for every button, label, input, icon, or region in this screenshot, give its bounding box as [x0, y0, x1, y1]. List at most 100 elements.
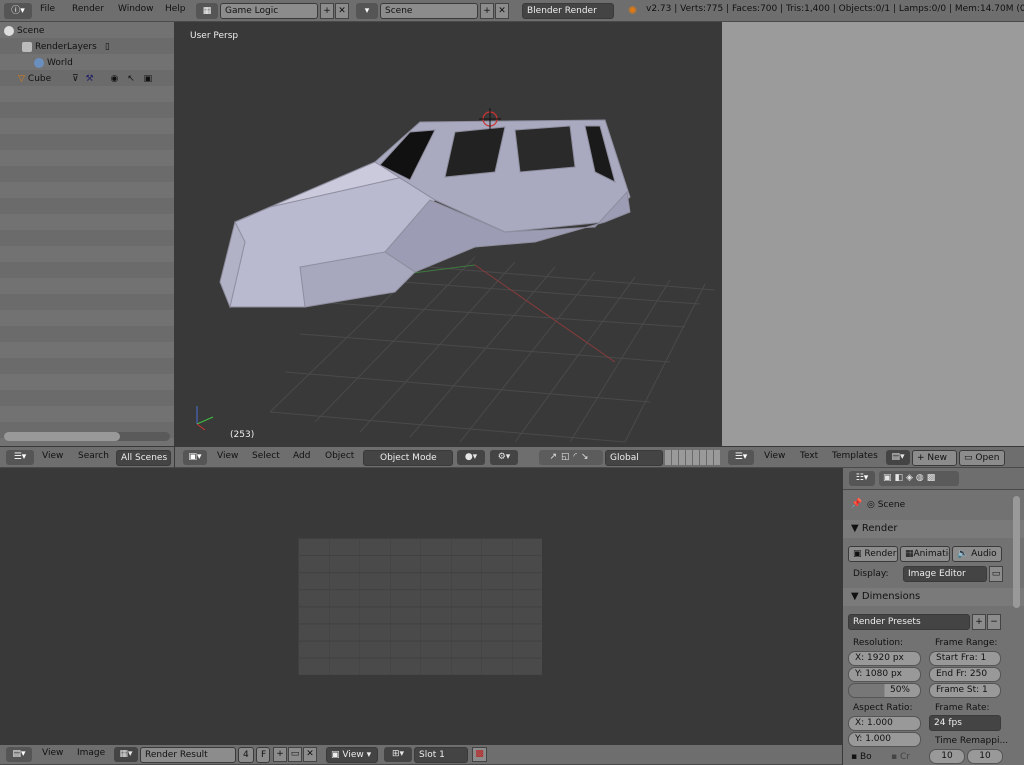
aspect-ratio-label: Aspect Ratio:	[853, 703, 913, 713]
frame-start-field[interactable]: Start Fra: 1	[929, 651, 1001, 666]
view-label: View	[342, 750, 364, 760]
layers-grid[interactable]	[665, 450, 720, 465]
browse-folder-icon[interactable]: ▭	[288, 747, 302, 762]
image-image-menu[interactable]: Image	[77, 748, 105, 758]
animation-button[interactable]: ▦Animatio	[900, 546, 950, 562]
scene-icon[interactable]: ▾	[356, 3, 378, 19]
image-view-select[interactable]: ▣ View ▾	[326, 747, 378, 763]
display-channels-icon[interactable]: ⊞▾	[384, 747, 412, 762]
frame-step-field[interactable]: Frame St: 1	[929, 683, 1001, 698]
frame-end-field[interactable]: End Fr: 250	[929, 667, 1001, 682]
all-scenes-select[interactable]: All Scenes	[116, 450, 171, 466]
viewport-add-menu[interactable]: Add	[293, 451, 310, 461]
editor-type-icon[interactable]: ☰▾	[6, 450, 34, 465]
manipulator-icons[interactable]: ↗◱◜↘	[539, 450, 603, 465]
text-view-menu[interactable]: View	[764, 451, 785, 461]
info-editor-icon[interactable]: ⓘ▾	[4, 3, 32, 19]
viewport-object-menu[interactable]: Object	[325, 451, 354, 461]
cursor-icon[interactable]: ↖	[127, 74, 135, 84]
layout-icon[interactable]: ▦	[196, 3, 218, 19]
editor-type-icon[interactable]: ☷▾	[849, 471, 875, 486]
context-tabs[interactable]: ▣◧◈◍▩	[879, 471, 959, 486]
scene-select[interactable]: Scene	[380, 3, 478, 19]
tree-item-cube[interactable]: ▽ Cube ⊽ ⚒ ◉ ↖ ▣	[18, 72, 152, 86]
resolution-x-field[interactable]: X: 1920 px	[848, 651, 921, 666]
viewport-view-menu[interactable]: View	[217, 451, 238, 461]
add-image-icon[interactable]: +	[273, 747, 287, 762]
border-checkbox[interactable]: ▪ Bo	[851, 752, 872, 762]
render-section-header[interactable]: ▼ Render	[843, 520, 1024, 538]
render-toggle-icon[interactable]: ▯	[105, 42, 110, 52]
slot-select[interactable]: Slot 1	[414, 747, 468, 763]
menu-render[interactable]: Render	[72, 4, 104, 14]
add-preset-icon[interactable]: +	[972, 614, 986, 630]
fake-user-button[interactable]: F	[256, 747, 270, 763]
aspect-y-field[interactable]: Y: 1.000	[848, 732, 921, 747]
viewport-select-menu[interactable]: Select	[252, 451, 280, 461]
menu-window[interactable]: Window	[118, 4, 154, 14]
display-select[interactable]: Image Editor	[903, 566, 987, 582]
editor-type-icon[interactable]: ▤▾	[6, 747, 32, 762]
image-editor[interactable]	[0, 468, 842, 745]
render-label: Render	[864, 549, 897, 559]
render-presets-select[interactable]: Render Presets	[848, 614, 970, 630]
text-text-menu[interactable]: Text	[800, 451, 818, 461]
3d-viewport[interactable]: User Persp (253)	[175, 22, 720, 446]
image-view-menu[interactable]: View	[42, 748, 63, 758]
time-remap-label: Time Remappi...	[935, 736, 1009, 746]
editor-type-icon[interactable]: ▣▾	[183, 450, 207, 465]
resolution-y-field[interactable]: Y: 1080 px	[848, 667, 921, 682]
orientation-select[interactable]: Global	[605, 450, 663, 466]
blender-logo-icon: ✺	[628, 4, 638, 17]
aspect-x-field[interactable]: X: 1.000	[848, 716, 921, 731]
render-result-field[interactable]: Render Result	[140, 747, 236, 763]
add-layout-icon[interactable]: +	[320, 3, 334, 19]
remove-preset-icon[interactable]: −	[987, 614, 1001, 630]
text-browse-icon[interactable]: ▤▾	[886, 450, 910, 465]
outliner-scrollbar[interactable]	[4, 432, 170, 441]
menu-help[interactable]: Help	[165, 4, 186, 14]
text-templates-menu[interactable]: Templates	[832, 451, 878, 461]
resolution-percent-slider[interactable]: 50%	[848, 683, 921, 698]
frame-rate-select[interactable]: 24 fps	[929, 715, 1001, 731]
checker-icon[interactable]: ▩	[472, 747, 487, 762]
image-browse-icon[interactable]: ▦▾	[114, 747, 138, 762]
scene-breadcrumb: ◎ Scene	[867, 500, 906, 510]
render-engine-select[interactable]: Blender Render	[522, 3, 614, 19]
add-scene-icon[interactable]: +	[480, 3, 494, 19]
dimensions-section-header[interactable]: ▼ Dimensions	[843, 588, 1024, 606]
pin-icon[interactable]: 📌	[851, 499, 862, 509]
outliner-search-menu[interactable]: Search	[78, 451, 109, 461]
tree-item-scene[interactable]: Scene	[4, 24, 44, 38]
remove-scene-icon[interactable]: ✕	[495, 3, 509, 19]
open-label: Open	[975, 453, 1000, 463]
shading-select[interactable]: ●▾	[457, 450, 485, 465]
open-text-button[interactable]: ▭ Open	[959, 450, 1005, 466]
remove-layout-icon[interactable]: ✕	[335, 3, 349, 19]
audio-label: Audio	[971, 549, 997, 559]
unlink-image-icon[interactable]: ✕	[303, 747, 317, 762]
text-editor-area[interactable]	[722, 22, 1024, 446]
properties-scrollbar[interactable]	[1013, 496, 1020, 608]
eye-icon[interactable]: ◉	[110, 74, 118, 84]
time-remap-old-field[interactable]: 10	[929, 749, 965, 764]
outliner-view-menu[interactable]: View	[42, 451, 63, 461]
pivot-icon[interactable]: ⚙▾	[490, 450, 518, 465]
editor-type-icon[interactable]: ☰▾	[728, 450, 754, 465]
crop-checkbox[interactable]: ▪ Cr	[891, 752, 910, 762]
render-button[interactable]: ▣ Render	[848, 546, 898, 562]
section-label: Dimensions	[861, 591, 921, 602]
tree-item-world[interactable]: World	[34, 56, 73, 70]
tree-item-renderlayers[interactable]: RenderLayers ▯	[22, 40, 110, 54]
outliner[interactable]: Scene RenderLayers ▯ World ▽ Cube ⊽ ⚒ ◉ ↖ …	[0, 22, 174, 446]
properties-panel[interactable]: ☷▾ ▣◧◈◍▩ 📌 ◎ Scene ▼ Render ▣ Render ▦An…	[843, 468, 1024, 765]
menu-file[interactable]: File	[40, 4, 55, 14]
display-label: Display:	[853, 569, 889, 579]
display-lock-icon[interactable]: ▭	[989, 566, 1003, 582]
object-mode-select[interactable]: Object Mode	[363, 450, 453, 466]
audio-button[interactable]: 🔈 Audio	[952, 546, 1002, 562]
new-text-button[interactable]: + New	[912, 450, 957, 466]
time-remap-new-field[interactable]: 10	[967, 749, 1003, 764]
camera-icon[interactable]: ▣	[144, 74, 153, 84]
layout-select[interactable]: Game Logic	[220, 3, 318, 19]
